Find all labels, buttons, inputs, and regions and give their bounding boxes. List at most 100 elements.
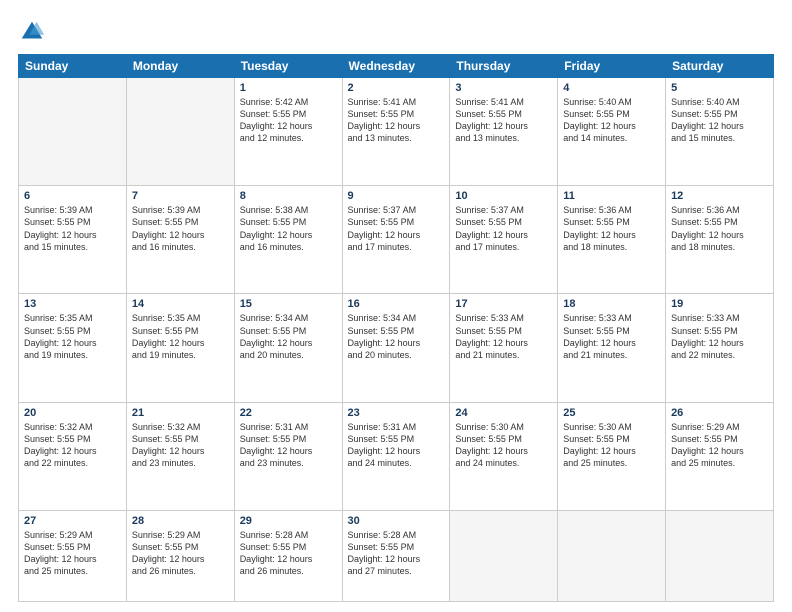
day-info: Sunrise: 5:33 AM Sunset: 5:55 PM Dayligh… (455, 312, 552, 361)
logo-icon (18, 18, 46, 46)
calendar-cell: 14 Sunrise: 5:35 AM Sunset: 5:55 PM Dayli… (126, 294, 234, 402)
header-cell-thursday: Thursday (450, 55, 558, 78)
day-info: Sunrise: 5:39 AM Sunset: 5:55 PM Dayligh… (132, 204, 229, 253)
day-info: Sunrise: 5:40 AM Sunset: 5:55 PM Dayligh… (671, 96, 768, 145)
day-number: 7 (132, 190, 229, 202)
day-number: 16 (348, 298, 445, 310)
day-info: Sunrise: 5:30 AM Sunset: 5:55 PM Dayligh… (563, 421, 660, 470)
calendar-row-5: 27Sunrise: 5:29 AM Sunset: 5:55 PM Dayli… (19, 510, 774, 601)
calendar-cell (126, 78, 234, 186)
day-number: 26 (671, 407, 768, 419)
day-number: 2 (348, 82, 445, 94)
day-info: Sunrise: 5:29 AM Sunset: 5:55 PM Dayligh… (671, 421, 768, 470)
day-number: 14 (132, 298, 229, 310)
calendar-row-2: 6 Sunrise: 5:39 AM Sunset: 5:55 PM Daylig… (19, 186, 774, 294)
day-info: Sunrise: 5:36 AM Sunset: 5:55 PM Dayligh… (671, 204, 768, 253)
calendar-row-1: 1 Sunrise: 5:42 AM Sunset: 5:55 PM Daylig… (19, 78, 774, 186)
day-number: 24 (455, 407, 552, 419)
day-info: Sunrise: 5:38 AM Sunset: 5:55 PM Dayligh… (240, 204, 337, 253)
calendar-cell: 23Sunrise: 5:31 AM Sunset: 5:55 PM Dayli… (342, 402, 450, 510)
day-number: 18 (563, 298, 660, 310)
calendar-cell: 20 Sunrise: 5:32 AM Sunset: 5:55 PM Dayli… (19, 402, 127, 510)
header-cell-sunday: Sunday (19, 55, 127, 78)
day-info: Sunrise: 5:37 AM Sunset: 5:55 PM Dayligh… (455, 204, 552, 253)
calendar-cell: 22 Sunrise: 5:31 AM Sunset: 5:55 PM Dayli… (234, 402, 342, 510)
day-number: 29 (240, 515, 337, 527)
day-info: Sunrise: 5:28 AM Sunset: 5:55 PM Dayligh… (240, 529, 337, 578)
calendar-cell: 6Sunrise: 5:39 AM Sunset: 5:55 PM Daylig… (19, 186, 127, 294)
calendar-cell: 28 Sunrise: 5:29 AM Sunset: 5:55 PM Dayli… (126, 510, 234, 601)
day-info: Sunrise: 5:41 AM Sunset: 5:55 PM Dayligh… (348, 96, 445, 145)
day-info: Sunrise: 5:30 AM Sunset: 5:55 PM Dayligh… (455, 421, 552, 470)
day-info: Sunrise: 5:34 AM Sunset: 5:55 PM Dayligh… (240, 312, 337, 361)
day-number: 20 (24, 407, 121, 419)
header-cell-monday: Monday (126, 55, 234, 78)
day-info: Sunrise: 5:32 AM Sunset: 5:55 PM Dayligh… (132, 421, 229, 470)
header-cell-tuesday: Tuesday (234, 55, 342, 78)
calendar-cell: 18 Sunrise: 5:33 AM Sunset: 5:55 PM Dayli… (558, 294, 666, 402)
calendar-cell: 8 Sunrise: 5:38 AM Sunset: 5:55 PM Daylig… (234, 186, 342, 294)
logo (18, 18, 50, 46)
day-number: 17 (455, 298, 552, 310)
day-number: 10 (455, 190, 552, 202)
day-info: Sunrise: 5:41 AM Sunset: 5:55 PM Dayligh… (455, 96, 552, 145)
header-cell-wednesday: Wednesday (342, 55, 450, 78)
day-number: 3 (455, 82, 552, 94)
calendar-cell (666, 510, 774, 601)
day-number: 9 (348, 190, 445, 202)
day-info: Sunrise: 5:34 AM Sunset: 5:55 PM Dayligh… (348, 312, 445, 361)
calendar-cell: 25Sunrise: 5:30 AM Sunset: 5:55 PM Dayli… (558, 402, 666, 510)
day-number: 4 (563, 82, 660, 94)
calendar-cell: 24 Sunrise: 5:30 AM Sunset: 5:55 PM Dayli… (450, 402, 558, 510)
day-number: 28 (132, 515, 229, 527)
day-number: 13 (24, 298, 121, 310)
calendar-cell: 10 Sunrise: 5:37 AM Sunset: 5:55 PM Dayli… (450, 186, 558, 294)
calendar-cell: 30 Sunrise: 5:28 AM Sunset: 5:55 PM Dayli… (342, 510, 450, 601)
day-info: Sunrise: 5:29 AM Sunset: 5:55 PM Dayligh… (24, 529, 121, 578)
day-number: 19 (671, 298, 768, 310)
day-info: Sunrise: 5:35 AM Sunset: 5:55 PM Dayligh… (132, 312, 229, 361)
calendar-row-4: 20 Sunrise: 5:32 AM Sunset: 5:55 PM Dayli… (19, 402, 774, 510)
calendar-cell: 3 Sunrise: 5:41 AM Sunset: 5:55 PM Daylig… (450, 78, 558, 186)
calendar-cell: 21 Sunrise: 5:32 AM Sunset: 5:55 PM Dayli… (126, 402, 234, 510)
day-info: Sunrise: 5:40 AM Sunset: 5:55 PM Dayligh… (563, 96, 660, 145)
day-info: Sunrise: 5:33 AM Sunset: 5:55 PM Dayligh… (671, 312, 768, 361)
day-number: 6 (24, 190, 121, 202)
day-info: Sunrise: 5:42 AM Sunset: 5:55 PM Dayligh… (240, 96, 337, 145)
day-info: Sunrise: 5:37 AM Sunset: 5:55 PM Dayligh… (348, 204, 445, 253)
day-number: 8 (240, 190, 337, 202)
day-info: Sunrise: 5:31 AM Sunset: 5:55 PM Dayligh… (240, 421, 337, 470)
day-number: 15 (240, 298, 337, 310)
calendar-cell: 4 Sunrise: 5:40 AM Sunset: 5:55 PM Daylig… (558, 78, 666, 186)
day-number: 30 (348, 515, 445, 527)
day-info: Sunrise: 5:28 AM Sunset: 5:55 PM Dayligh… (348, 529, 445, 578)
calendar-cell: 1 Sunrise: 5:42 AM Sunset: 5:55 PM Daylig… (234, 78, 342, 186)
day-number: 23 (348, 407, 445, 419)
day-number: 21 (132, 407, 229, 419)
day-info: Sunrise: 5:36 AM Sunset: 5:55 PM Dayligh… (563, 204, 660, 253)
calendar-cell (19, 78, 127, 186)
day-number: 1 (240, 82, 337, 94)
calendar-cell: 17 Sunrise: 5:33 AM Sunset: 5:55 PM Dayli… (450, 294, 558, 402)
day-info: Sunrise: 5:33 AM Sunset: 5:55 PM Dayligh… (563, 312, 660, 361)
calendar-row-3: 13 Sunrise: 5:35 AM Sunset: 5:55 PM Dayli… (19, 294, 774, 402)
calendar-cell: 11Sunrise: 5:36 AM Sunset: 5:55 PM Dayli… (558, 186, 666, 294)
calendar-cell: 29 Sunrise: 5:28 AM Sunset: 5:55 PM Dayli… (234, 510, 342, 601)
calendar-cell: 5Sunrise: 5:40 AM Sunset: 5:55 PM Daylig… (666, 78, 774, 186)
page: SundayMondayTuesdayWednesdayThursdayFrid… (0, 0, 792, 612)
calendar-cell (558, 510, 666, 601)
header-row: SundayMondayTuesdayWednesdayThursdayFrid… (19, 55, 774, 78)
calendar-cell (450, 510, 558, 601)
day-number: 22 (240, 407, 337, 419)
calendar-cell: 9 Sunrise: 5:37 AM Sunset: 5:55 PM Daylig… (342, 186, 450, 294)
day-info: Sunrise: 5:32 AM Sunset: 5:55 PM Dayligh… (24, 421, 121, 470)
calendar-cell: 19 Sunrise: 5:33 AM Sunset: 5:55 PM Dayli… (666, 294, 774, 402)
calendar-cell: 13Sunrise: 5:35 AM Sunset: 5:55 PM Dayli… (19, 294, 127, 402)
calendar-cell: 27Sunrise: 5:29 AM Sunset: 5:55 PM Dayli… (19, 510, 127, 601)
calendar-cell: 16 Sunrise: 5:34 AM Sunset: 5:55 PM Dayli… (342, 294, 450, 402)
calendar-table: SundayMondayTuesdayWednesdayThursdayFrid… (18, 54, 774, 602)
day-info: Sunrise: 5:29 AM Sunset: 5:55 PM Dayligh… (132, 529, 229, 578)
day-number: 12 (671, 190, 768, 202)
header-cell-friday: Friday (558, 55, 666, 78)
calendar-cell: 12 Sunrise: 5:36 AM Sunset: 5:55 PM Dayli… (666, 186, 774, 294)
